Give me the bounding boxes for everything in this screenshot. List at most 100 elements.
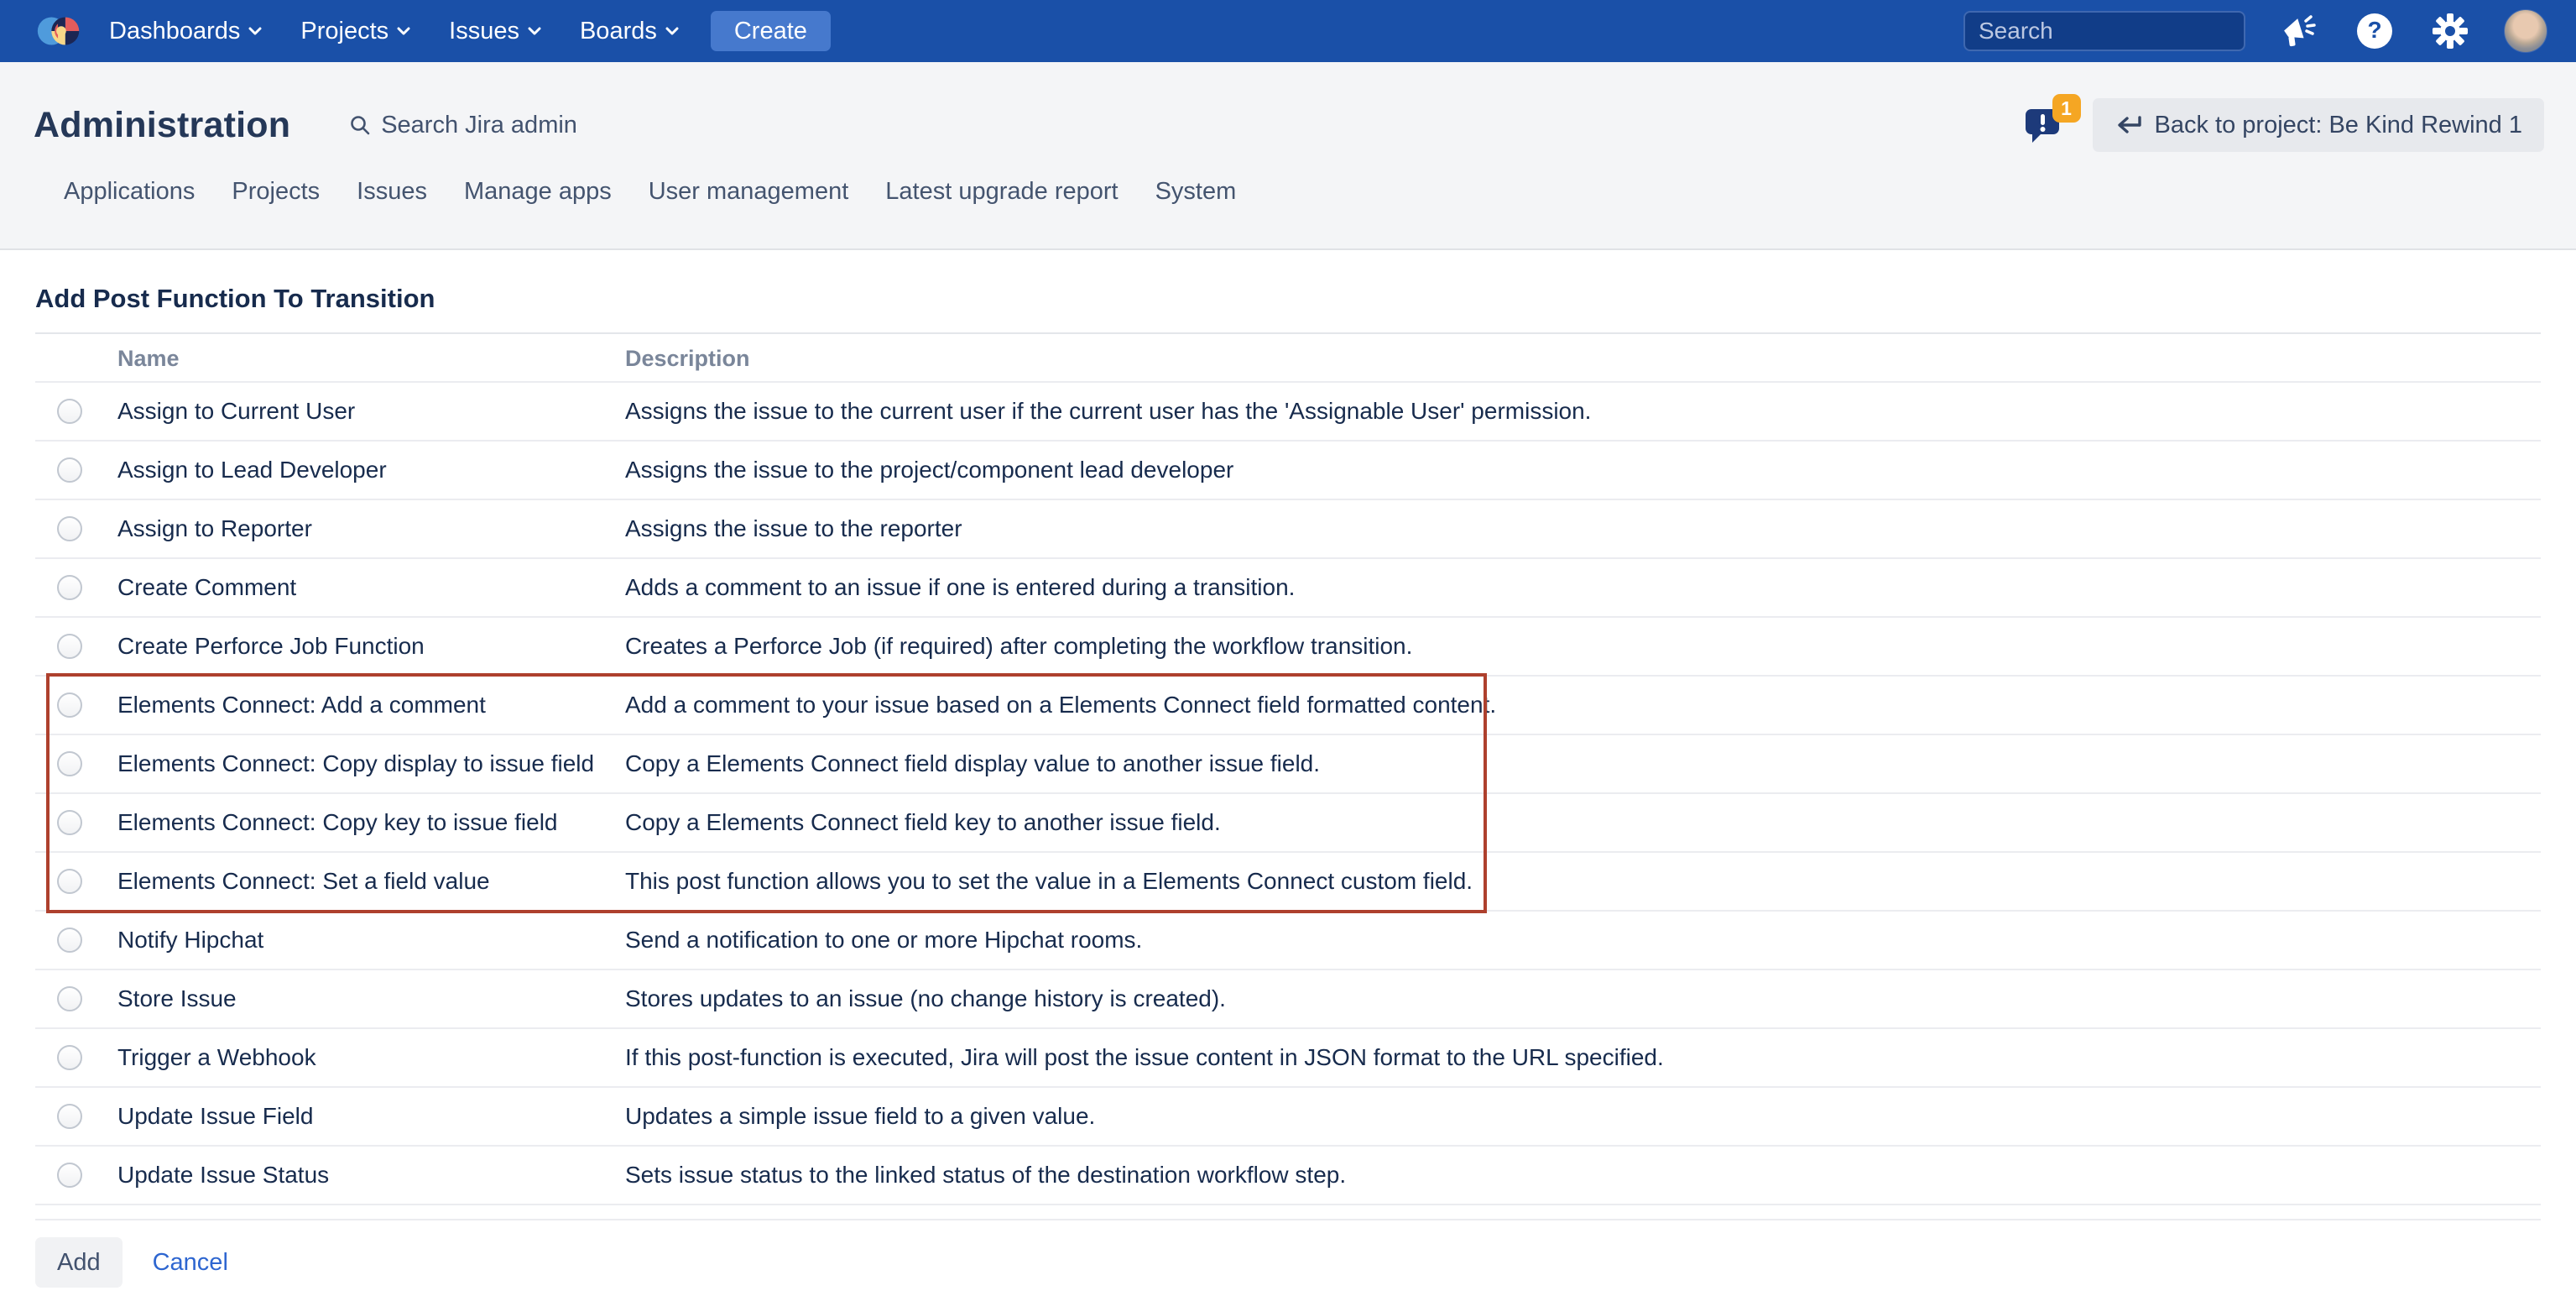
post-function-radio[interactable] [57,869,82,894]
post-function-name: Elements Connect: Copy key to issue fiel… [117,809,625,836]
search-icon [349,114,371,136]
tab-applications[interactable]: Applications [64,178,195,212]
tab-projects[interactable]: Projects [232,178,320,212]
create-button[interactable]: Create [711,11,831,51]
column-header-description: Description [625,346,2541,372]
jira-logo-icon[interactable] [32,3,87,59]
admin-tabs: Applications Projects Issues Manage apps… [34,154,2544,212]
megaphone-icon[interactable] [2277,9,2321,53]
admin-header: Administration Search Jira admin 1 [0,62,2576,250]
back-arrow-icon [2115,115,2143,135]
table-row: Notify HipchatSend a notification to one… [35,912,2541,970]
post-function-radio[interactable] [57,1163,82,1188]
table-row: Assign to Lead DeveloperAssigns the issu… [35,442,2541,500]
table-row: Elements Connect: Set a field valueThis … [35,853,2541,912]
post-function-rows: Assign to Current UserAssigns the issue … [35,383,2541,1205]
back-to-project-label: Back to project: Be Kind Rewind 1 [2155,112,2522,139]
post-function-radio[interactable] [57,810,82,835]
post-function-name: Update Issue Field [117,1103,625,1130]
post-function-name: Trigger a Webhook [117,1044,625,1071]
admin-search[interactable]: Search Jira admin [349,112,577,139]
post-function-name: Assign to Reporter [117,515,625,542]
post-function-radio[interactable] [57,1045,82,1070]
global-search-input[interactable] [1979,18,2281,44]
nav-projects[interactable]: Projects [300,18,410,45]
svg-text:?: ? [2367,17,2381,43]
post-function-description: Sets issue status to the linked status o… [625,1162,2541,1189]
primary-nav-items: Dashboards Projects Issues Boards [109,18,679,45]
table-row: Store IssueStores updates to an issue (n… [35,970,2541,1029]
table-row: Update Issue StatusSets issue status to … [35,1147,2541,1205]
post-function-radio[interactable] [57,986,82,1011]
post-function-name: Elements Connect: Set a field value [117,868,625,895]
main-content: Add Post Function To Transition Name Des… [0,250,2576,1296]
notification-badge: 1 [2052,94,2081,123]
post-function-radio[interactable] [57,751,82,776]
post-function-name: Create Perforce Job Function [117,633,625,660]
post-function-description: Updates a simple issue field to a given … [625,1103,2541,1130]
post-function-name: Update Issue Status [117,1162,625,1189]
chevron-down-icon [248,27,262,35]
nav-issues[interactable]: Issues [449,18,541,45]
tab-system[interactable]: System [1155,178,1237,212]
gear-icon[interactable] [2428,9,2472,53]
page-title: Administration [34,105,290,146]
cancel-link[interactable]: Cancel [153,1249,228,1277]
post-function-description: Adds a comment to an issue if one is ent… [625,574,2541,601]
post-function-radio[interactable] [57,516,82,541]
post-function-description: This post function allows you to set the… [625,868,2541,895]
post-function-description: Assigns the issue to the reporter [625,515,2541,542]
post-function-name: Elements Connect: Add a comment [117,692,625,719]
form-divider [35,1219,2541,1220]
add-button[interactable]: Add [35,1237,123,1288]
tab-latest-upgrade-report[interactable]: Latest upgrade report [885,178,1118,212]
post-function-name: Assign to Lead Developer [117,457,625,483]
post-function-description: If this post-function is executed, Jira … [625,1044,2541,1071]
table-row: Create CommentAdds a comment to an issue… [35,559,2541,618]
tab-user-management[interactable]: User management [649,178,849,212]
post-function-radio[interactable] [57,399,82,424]
feedback-bubble-icon[interactable]: 1 [2022,101,2071,149]
global-search[interactable] [1963,11,2245,51]
post-function-description: Creates a Perforce Job (if required) aft… [625,633,2541,660]
nav-boards[interactable]: Boards [580,18,679,45]
help-icon[interactable]: ? [2353,9,2396,53]
post-function-radio[interactable] [57,457,82,483]
table-row: Assign to ReporterAssigns the issue to t… [35,500,2541,559]
form-buttons: Add Cancel [35,1237,2541,1296]
table-row: Trigger a WebhookIf this post-function i… [35,1029,2541,1088]
nav-dashboards[interactable]: Dashboards [109,18,262,45]
post-function-name: Store Issue [117,985,625,1012]
table-row: Elements Connect: Copy display to issue … [35,735,2541,794]
post-function-radio[interactable] [57,692,82,718]
post-function-name: Elements Connect: Copy display to issue … [117,750,625,777]
section-heading: Add Post Function To Transition [35,284,2541,334]
table-header-row: Name Description [35,336,2541,383]
chevron-down-icon [665,27,679,35]
table-row: Elements Connect: Add a commentAdd a com… [35,677,2541,735]
nav-right-cluster: ? [1963,9,2547,53]
chevron-down-icon [397,27,410,35]
post-function-radio[interactable] [57,634,82,659]
user-avatar[interactable] [2504,9,2547,53]
nav-dashboards-label: Dashboards [109,18,240,45]
top-navigation-bar: Dashboards Projects Issues Boards Create [0,0,2576,62]
tab-manage-apps[interactable]: Manage apps [464,178,612,212]
nav-boards-label: Boards [580,18,657,45]
post-function-description: Send a notification to one or more Hipch… [625,927,2541,954]
post-function-description: Stores updates to an issue (no change hi… [625,985,2541,1012]
table-row: Create Perforce Job FunctionCreates a Pe… [35,618,2541,677]
table-row: Elements Connect: Copy key to issue fiel… [35,794,2541,853]
post-function-table: Name Description Assign to Current UserA… [35,336,2541,1205]
post-function-name: Notify Hipchat [117,927,625,954]
chevron-down-icon [528,27,541,35]
post-function-radio[interactable] [57,928,82,953]
back-to-project-button[interactable]: Back to project: Be Kind Rewind 1 [2093,98,2544,152]
post-function-radio[interactable] [57,1104,82,1129]
post-function-radio[interactable] [57,575,82,600]
post-function-description: Assigns the issue to the project/compone… [625,457,2541,483]
post-function-description: Copy a Elements Connect field key to ano… [625,809,2541,836]
post-function-description: Assigns the issue to the current user if… [625,398,2541,425]
post-function-description: Copy a Elements Connect field display va… [625,750,2541,777]
tab-issues[interactable]: Issues [357,178,427,212]
